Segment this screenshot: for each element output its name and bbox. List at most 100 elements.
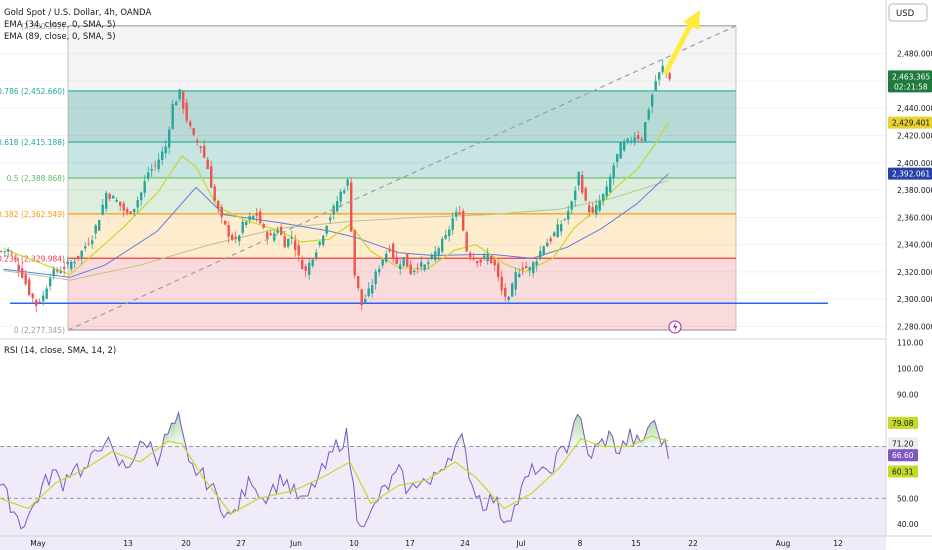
candle-body (315, 252, 318, 258)
candle-body (630, 140, 633, 142)
candle-body (511, 283, 514, 297)
candle-body (588, 205, 591, 213)
candle-body (171, 104, 174, 129)
candle-body (343, 190, 346, 193)
candle-body (567, 211, 570, 220)
rsi-overbought-fill (164, 433, 168, 447)
candle-body (94, 225, 97, 234)
candle-body (521, 267, 524, 270)
candle-body (640, 138, 643, 141)
candle-body (371, 285, 374, 294)
candle-body (455, 211, 458, 217)
time-tick: 8 (578, 539, 583, 548)
candle-body (136, 200, 139, 208)
candle-body (350, 182, 353, 232)
time-tick: Jun (289, 539, 302, 548)
candle-body (77, 255, 80, 259)
candle-body (490, 255, 493, 264)
candle-body (91, 240, 94, 245)
lightning-icon[interactable] (668, 320, 682, 334)
candle-body (269, 233, 272, 236)
candle-body (238, 235, 241, 242)
time-tick: 27 (236, 539, 246, 548)
candle-body (507, 296, 510, 300)
candle-body (374, 271, 377, 285)
candle-body (402, 256, 405, 266)
candle-body (367, 288, 370, 297)
candle-body (192, 128, 195, 135)
fib-label: 0.382 (2,362.549) (0, 210, 65, 219)
candle-body (14, 258, 17, 260)
candle-body (633, 137, 636, 143)
candle-body (318, 241, 321, 246)
candle-body (248, 216, 251, 221)
trading-chart[interactable]: (2,500.392)0.786 (2,452.660)0.618 (2,415… (0, 0, 932, 550)
candle-body (644, 122, 647, 142)
candle-body (164, 146, 167, 154)
candle-body (329, 217, 332, 221)
candle-body (616, 154, 619, 162)
fib-label: 0.5 (2,388.868) (7, 174, 65, 183)
time-tick: 10 (349, 539, 359, 548)
candle-body (7, 249, 10, 252)
rsi-tick: 50.00 (897, 494, 919, 503)
candle-body (441, 238, 444, 252)
candle-body (609, 176, 612, 193)
candle-body (308, 262, 311, 275)
candle-body (658, 72, 661, 80)
candle-body (574, 190, 577, 201)
ema89-legend: EMA (89, close, 0, SMA, 5) (4, 32, 116, 42)
candle-body (189, 121, 192, 126)
candle-body (518, 273, 521, 277)
fib-label: 0.786 (2,452.660) (0, 87, 65, 96)
candle-body (24, 274, 27, 285)
candle-body (472, 257, 475, 260)
candle-body (45, 288, 48, 299)
candle-body (619, 142, 622, 159)
candle-body (392, 243, 395, 259)
price-tick: 2,400.000 (897, 159, 932, 168)
time-tick: 24 (460, 539, 470, 548)
candle-body (161, 151, 164, 161)
candle-body (206, 159, 209, 170)
candle-body (500, 276, 503, 291)
candle-body (563, 219, 566, 221)
price-tick: 2,340.000 (897, 241, 932, 250)
candle-body (325, 225, 328, 234)
candle-body (112, 195, 115, 199)
candle-body (101, 204, 104, 215)
candle-body (560, 224, 563, 232)
candle-body (539, 250, 542, 259)
candle-body (591, 207, 594, 213)
price-badge-text: 2,429.401 (892, 119, 930, 128)
candle-body (430, 254, 433, 260)
candle-body (252, 215, 255, 220)
price-tick: 2,360.000 (897, 213, 932, 222)
candle-body (80, 250, 83, 258)
candle-body (458, 212, 461, 215)
rsi-tick: 110.00 (897, 339, 923, 348)
candle-body (385, 253, 388, 262)
candle-body (626, 138, 629, 143)
candle-body (217, 201, 220, 209)
candle-body (602, 193, 605, 201)
currency-button[interactable]: USD (888, 3, 928, 22)
rsi-tick: 100.00 (897, 365, 923, 374)
candle-body (245, 221, 248, 225)
candle-body (287, 238, 290, 247)
candle-body (661, 65, 664, 73)
candle-body (637, 135, 640, 139)
svg-text:USD: USD (896, 9, 915, 19)
candle-body (178, 89, 181, 100)
candle-body (654, 81, 657, 91)
candle-body (395, 257, 398, 264)
price-tick: 2,320.000 (897, 268, 932, 277)
candle-body (294, 240, 297, 251)
candle-body (598, 200, 601, 211)
candle-body (276, 230, 279, 233)
candle-body (413, 270, 416, 273)
candle-body (87, 243, 90, 245)
candle-body (255, 213, 258, 216)
candle-body (378, 269, 381, 273)
candle-body (35, 299, 38, 306)
